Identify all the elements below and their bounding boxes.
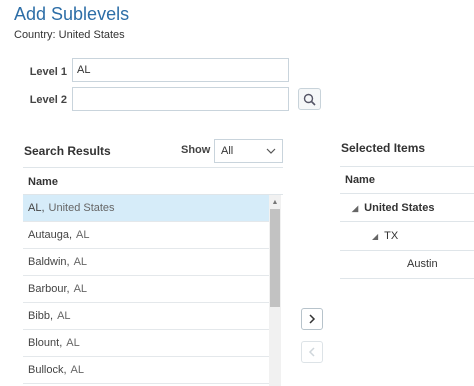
search-results-divider	[23, 167, 283, 168]
result-sub: AL	[70, 364, 84, 376]
search-results-name-header: Name	[28, 176, 58, 188]
country-label: Country: United States	[14, 29, 125, 41]
result-sub: AL	[66, 337, 80, 349]
tree-node-city-label: Austin	[407, 258, 438, 270]
show-select[interactable]: All	[214, 139, 283, 163]
result-row-baldwin[interactable]: Baldwin, AL	[23, 249, 269, 276]
scroll-up-arrow-icon[interactable]: ▲	[269, 197, 281, 207]
search-results-title: Search Results	[24, 144, 111, 158]
selected-items-name-header: Name	[345, 174, 375, 186]
triangle-expanded-icon[interactable]: ◢	[372, 232, 378, 241]
show-select-value: All	[221, 145, 234, 157]
result-sub: AL	[73, 283, 88, 295]
search-icon	[303, 93, 316, 106]
result-row-bibb[interactable]: Bibb, AL	[23, 303, 269, 330]
result-name: Autauga,	[28, 229, 73, 241]
selected-items-title: Selected Items	[341, 141, 426, 155]
search-button[interactable]	[298, 88, 321, 110]
level1-input[interactable]	[72, 58, 289, 82]
search-results-list: AL, United States Autauga, AL Baldwin, A…	[23, 195, 282, 386]
chevron-left-icon	[308, 347, 315, 357]
page-title: Add Sublevels	[14, 4, 130, 24]
selected-items-divider	[340, 166, 474, 167]
result-name: AL,	[28, 202, 45, 214]
result-name: Blount,	[28, 337, 63, 349]
tree-row-divider	[340, 221, 474, 222]
result-row-bullock[interactable]: Bullock, AL	[23, 357, 269, 384]
result-name: Bullock,	[28, 364, 67, 376]
result-name: Barbour,	[28, 283, 70, 295]
result-sub: AL	[76, 229, 90, 241]
result-sub: AL	[73, 256, 88, 268]
result-sub: AL	[57, 310, 71, 322]
tree-node-country[interactable]: ◢ United States	[352, 202, 434, 214]
result-name: Baldwin,	[28, 256, 70, 268]
result-row-autauga[interactable]: Autauga, AL	[23, 222, 269, 249]
results-scrollbar-thumb[interactable]	[270, 209, 280, 307]
level1-label: Level 1	[29, 66, 67, 78]
level2-input[interactable]	[72, 87, 289, 111]
move-left-button[interactable]	[301, 341, 323, 363]
tree-node-state[interactable]: ◢ TX	[372, 230, 398, 242]
selected-items-header-divider	[340, 193, 474, 194]
result-row-barbour[interactable]: Barbour, AL	[23, 276, 269, 303]
show-label: Show	[181, 144, 211, 156]
result-sub: United States	[48, 202, 115, 214]
tree-row-divider	[340, 250, 474, 251]
result-row-al[interactable]: AL, United States	[23, 195, 269, 222]
chevron-down-icon	[266, 148, 276, 154]
tree-row-divider	[340, 278, 474, 279]
level2-label: Level 2	[29, 94, 67, 106]
triangle-expanded-icon[interactable]: ◢	[352, 204, 358, 213]
tree-node-state-label: TX	[384, 230, 399, 242]
chevron-right-icon	[309, 314, 316, 324]
result-row-blount[interactable]: Blount, AL	[23, 330, 269, 357]
tree-node-city[interactable]: Austin	[407, 258, 438, 270]
tree-node-country-label: United States	[364, 202, 435, 214]
move-right-button[interactable]	[301, 308, 323, 330]
result-name: Bibb,	[28, 310, 54, 322]
